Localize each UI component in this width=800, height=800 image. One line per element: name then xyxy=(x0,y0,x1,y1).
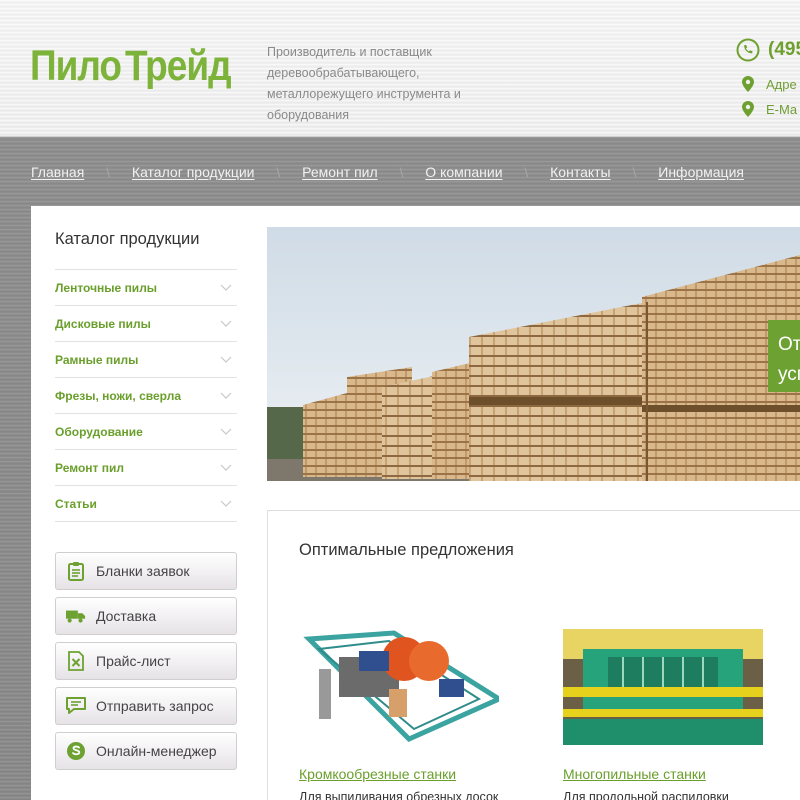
catalog-item-label: Фрезы, ножи, сверла xyxy=(55,388,181,403)
offers-title: Оптимальные предложения xyxy=(299,541,514,559)
nav-about[interactable]: О компании xyxy=(425,164,502,180)
nav-separator: \ xyxy=(106,164,110,180)
email-label: E-Ma xyxy=(766,101,798,117)
catalog-item-equipment[interactable]: Оборудование xyxy=(55,414,237,450)
clipboard-icon xyxy=(66,561,86,581)
delivery-button[interactable]: Доставка xyxy=(55,597,237,635)
edger-machine-image xyxy=(299,629,505,745)
chat-icon xyxy=(66,696,86,716)
catalog-item-articles[interactable]: Статьи xyxy=(55,486,237,522)
online-manager-button[interactable]: Онлайн-менеджер xyxy=(55,732,237,770)
chevron-down-icon[interactable] xyxy=(220,500,232,508)
price-list-button[interactable]: Прайс-лист xyxy=(55,642,237,680)
catalog-item-label: Ленточные пилы xyxy=(55,280,158,295)
nav-separator: \ xyxy=(632,164,637,180)
site-logo[interactable]: Пило Трейд xyxy=(30,34,232,96)
hero-badge-line: усп xyxy=(778,364,800,385)
excel-file-icon xyxy=(66,651,86,671)
email-contact[interactable]: E-Ma xyxy=(742,101,797,117)
delivery-label: Доставка xyxy=(96,608,157,624)
catalog-item-frame-saws[interactable]: Рамные пилы xyxy=(55,342,237,378)
catalog-item-cutters[interactable]: Фрезы, ножи, сверла xyxy=(55,378,237,414)
catalog-item-label: Ремонт пил xyxy=(55,460,124,475)
chevron-down-icon[interactable] xyxy=(220,464,232,472)
company-tagline: Производитель и поставщик деревообрабаты… xyxy=(267,45,461,122)
product-card[interactable]: Кромкообрезные станки Для выпиливания об… xyxy=(299,629,505,800)
order-forms-button[interactable]: Бланки заявок xyxy=(55,552,237,590)
logo-word-left: Пило xyxy=(30,41,122,89)
offers-section: Оптимальные предложения Кромкообрезные с… xyxy=(267,510,800,800)
skype-icon xyxy=(66,741,86,761)
hero-badge[interactable]: От усп xyxy=(768,320,800,392)
send-request-button[interactable]: Отправить запрос xyxy=(55,687,237,725)
hero-badge-line: От xyxy=(778,334,800,355)
nav-info[interactable]: Информация xyxy=(658,164,744,180)
map-pin-icon xyxy=(742,101,754,117)
catalog-item-label: Рамные пилы xyxy=(55,352,139,367)
product-name-link[interactable]: Кромкообрезные станки xyxy=(299,766,499,782)
product-name-link[interactable]: Многопильные станки xyxy=(563,766,763,782)
multi-rip-saw-image xyxy=(563,629,763,745)
hero-banner[interactable]: От усп xyxy=(267,227,800,481)
logo-word-right: Трейд xyxy=(124,41,232,89)
catalog-item-circular-saws[interactable]: Дисковые пилы xyxy=(55,306,237,342)
catalog-item-label: Оборудование xyxy=(55,424,143,439)
product-description: Для выпиливания обрезных досок xyxy=(299,790,499,800)
catalog-item-label: Дисковые пилы xyxy=(55,316,151,331)
nav-saw-repair[interactable]: Ремонт пил xyxy=(302,164,378,180)
address-contact: Адре xyxy=(742,76,797,92)
product-card[interactable]: Многопильные станки Для продольной распи… xyxy=(563,629,763,800)
phone-icon xyxy=(736,38,760,62)
send-request-label: Отправить запрос xyxy=(96,698,214,714)
nav-home[interactable]: Главная xyxy=(31,164,84,180)
site-header: Пило Трейд Производитель и поставщик дер… xyxy=(0,0,800,137)
chevron-down-icon[interactable] xyxy=(220,320,232,328)
catalog-item-band-saws[interactable]: Ленточные пилы xyxy=(55,270,237,306)
nav-separator: \ xyxy=(276,164,281,180)
lumber-yard-image xyxy=(267,227,800,481)
catalog-item-label: Статьи xyxy=(55,496,97,511)
phone-contact[interactable]: (495 xyxy=(736,38,800,62)
main-nav: Главная \ Каталог продукции \ Ремонт пил… xyxy=(0,138,800,206)
catalog-list: Ленточные пилы Дисковые пилы Рамные пилы… xyxy=(55,269,237,522)
chevron-down-icon[interactable] xyxy=(220,284,232,292)
price-list-label: Прайс-лист xyxy=(96,653,171,669)
chevron-down-icon[interactable] xyxy=(220,356,232,364)
catalog-item-saw-repair[interactable]: Ремонт пил xyxy=(55,450,237,486)
nav-contacts[interactable]: Контакты xyxy=(550,164,610,180)
truck-icon xyxy=(66,606,86,626)
sidebar-title: Каталог продукции xyxy=(55,230,200,248)
content-panel: Каталог продукции Ленточные пилы Дисковы… xyxy=(31,206,800,800)
map-pin-icon xyxy=(742,76,754,92)
nav-separator: \ xyxy=(399,164,404,180)
chevron-down-icon[interactable] xyxy=(220,428,232,436)
nav-separator: \ xyxy=(524,164,529,180)
nav-catalog[interactable]: Каталог продукции xyxy=(132,164,255,180)
chevron-down-icon[interactable] xyxy=(220,392,232,400)
sidebar-buttons: Бланки заявок Доставка Прайс-лист Отправ… xyxy=(55,552,237,777)
order-forms-label: Бланки заявок xyxy=(96,563,190,579)
online-manager-label: Онлайн-менеджер xyxy=(96,743,217,759)
product-description: Для продольной распиловки xyxy=(563,790,729,800)
phone-number: (495 xyxy=(768,39,800,60)
address-label: Адре xyxy=(766,76,797,92)
